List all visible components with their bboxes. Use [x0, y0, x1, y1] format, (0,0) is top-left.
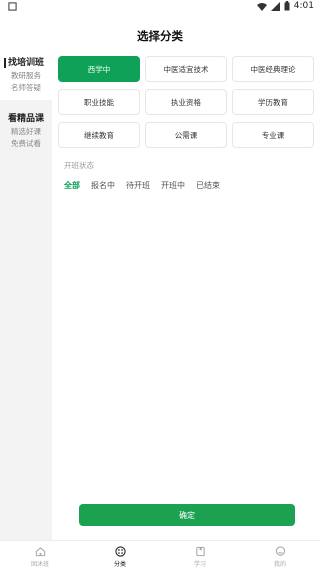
- filter-all[interactable]: 全部: [64, 180, 80, 191]
- tab-label: 我的: [273, 561, 286, 568]
- study-icon: [195, 546, 205, 557]
- page-title: 选择分类: [137, 29, 183, 43]
- sidebar-group-title: 找培训班: [7, 58, 44, 68]
- tab-home[interactable]: 固沐班: [0, 541, 80, 569]
- category-chip[interactable]: 学历教育: [232, 89, 314, 115]
- tab-profile[interactable]: 我的: [240, 541, 320, 569]
- confirm-button[interactable]: 确定: [79, 504, 295, 526]
- category-chip[interactable]: 公需课: [145, 122, 227, 148]
- tab-label: 学习: [193, 561, 206, 568]
- signal-icon: [270, 1, 280, 11]
- category-chip[interactable]: 中医适宜技术: [145, 56, 227, 82]
- sidebar-group-courses[interactable]: 看精品课 精选好课 免费试看: [0, 108, 52, 156]
- sidebar: 找培训班 教研服务 名师答疑 看精品课 精选好课 免费试看: [0, 52, 52, 540]
- battery-icon: [284, 1, 290, 11]
- category-grid: 西学中 中医适宜技术 中医经典理论 职业技能 执业资格 学历教育 继续教育 公需…: [58, 56, 314, 148]
- sidebar-item-free-trial[interactable]: 免费试看: [0, 138, 52, 150]
- status-bar: 4:01: [0, 0, 320, 14]
- category-icon: [114, 546, 126, 557]
- category-chip[interactable]: 中医经典理论: [232, 56, 314, 82]
- sidebar-item-expert-qa[interactable]: 名师答疑: [0, 82, 52, 94]
- sidebar-group-training[interactable]: 找培训班 教研服务 名师答疑: [0, 52, 52, 100]
- wifi-icon: [256, 2, 267, 11]
- tab-label: 固沐班: [30, 561, 49, 568]
- filter-enrolling[interactable]: 报名中: [91, 180, 115, 191]
- category-chip[interactable]: 继续教育: [58, 122, 140, 148]
- sidebar-item-featured[interactable]: 精选好课: [0, 126, 52, 138]
- category-content: 西学中 中医适宜技术 中医经典理论 职业技能 执业资格 学历教育 继续教育 公需…: [52, 52, 320, 540]
- filter-upcoming[interactable]: 待开班: [126, 180, 150, 191]
- filter-in-progress[interactable]: 开班中: [161, 180, 185, 191]
- sidebar-item-teaching-service[interactable]: 教研服务: [0, 70, 52, 82]
- status-time: 4:01: [293, 1, 314, 11]
- filter-section-label: 开班状态: [64, 161, 94, 170]
- active-marker: [4, 58, 6, 68]
- home-icon: [35, 547, 45, 557]
- status-filter-bar: 全部 报名中 待开班 开班中 已结束: [64, 180, 220, 191]
- tab-study[interactable]: 学习: [160, 541, 240, 569]
- category-chip[interactable]: 西学中: [58, 56, 140, 82]
- tab-category[interactable]: 分类: [80, 541, 160, 569]
- tab-label: 分类: [113, 561, 126, 568]
- bottom-tab-bar: 固沐班 分类 学习 我的: [0, 540, 320, 569]
- app-notification-icon: [8, 2, 17, 11]
- category-chip[interactable]: 专业课: [232, 122, 314, 148]
- sidebar-group-title: 看精品课: [7, 114, 44, 124]
- category-chip[interactable]: 职业技能: [58, 89, 140, 115]
- category-chip[interactable]: 执业资格: [145, 89, 227, 115]
- filter-ended[interactable]: 已结束: [196, 180, 220, 191]
- profile-icon: [275, 546, 285, 556]
